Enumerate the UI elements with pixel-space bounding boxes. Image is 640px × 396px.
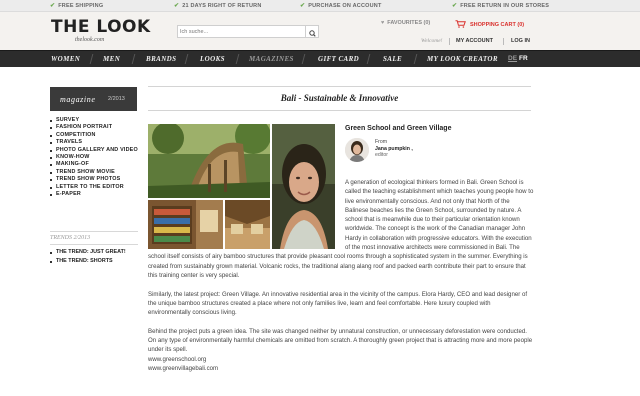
sidebar-item-competition[interactable]: COMPETITION: [50, 132, 138, 139]
sidebar-divider: [50, 244, 138, 245]
benefit-purchase-on-account: ✔ PURCHASE ON ACCOUNT: [300, 3, 382, 9]
search-input[interactable]: [178, 26, 305, 37]
title-rule-top: [148, 86, 531, 87]
title-rule-bottom: [148, 110, 531, 111]
sidebar-item-photo-gallery[interactable]: PHOTO GALLERY AND VIDEO: [50, 147, 138, 154]
check-icon: ✔: [174, 3, 180, 9]
author-role: editor: [375, 152, 388, 158]
article-paragraph: Behind the project puts a green idea. Th…: [148, 327, 533, 354]
magazine-title: magazine: [60, 95, 96, 104]
benefit-free-return-stores: ✔ FREE RETURN IN OUR STORES: [452, 3, 550, 9]
nav-divider: [413, 54, 418, 64]
welcome-text: Welcome!: [421, 38, 443, 44]
article-paragraph: Similarly, the latest project: Green Vil…: [148, 290, 528, 317]
language-fr[interactable]: FR: [519, 55, 528, 62]
cart-icon: [455, 20, 466, 28]
article-subheading: Green School and Green Village: [345, 125, 452, 132]
sidebar-item-letter-to-editor[interactable]: LETTER TO THE EDITOR: [50, 184, 138, 191]
author-avatar: [345, 138, 369, 162]
sidebar-item-travels[interactable]: TRAVELS: [50, 139, 138, 146]
header-divider: [449, 38, 450, 45]
my-account-link[interactable]: MY ACCOUNT: [456, 38, 493, 44]
nav-divider: [235, 54, 240, 64]
nav-divider: [184, 54, 189, 64]
check-icon: ✔: [50, 3, 56, 9]
search-button[interactable]: [305, 26, 318, 37]
benefit-return: ✔ 21 DAYS RIGHT OF RETURN: [174, 3, 262, 9]
nav-item-looks[interactable]: LOOKS: [200, 55, 225, 63]
sidebar-item-fashion-portrait[interactable]: FASHION PORTRAIT: [50, 124, 138, 131]
nav-divider: [366, 54, 371, 64]
sidebar-divider: [50, 231, 138, 232]
nav-item-gift-card[interactable]: GIFT CARD: [318, 55, 359, 63]
sidebar-item-trend-show-photos[interactable]: TREND SHOW PHOTOS: [50, 176, 138, 183]
sidebar-item-trend-show-movie[interactable]: TREND SHOW MOVIE: [50, 169, 138, 176]
site-header: THE LOOK thelook.com ♥FAVOURITES (0) SHO…: [0, 12, 640, 50]
photo-spacer: [148, 178, 345, 250]
main-nav: WOMEN MEN BRANDS LOOKS MAGAZINES GIFT CA…: [0, 50, 640, 67]
nav-divider: [89, 54, 94, 64]
benefit-free-shipping: ✔ FREE SHIPPING: [50, 3, 104, 9]
heart-icon: ♥: [381, 20, 385, 26]
author-byline: From Jana pumpkin , editor: [375, 139, 413, 159]
language-de[interactable]: DE: [508, 55, 517, 62]
login-link[interactable]: LOG IN: [511, 38, 530, 44]
nav-item-men[interactable]: MEN: [103, 55, 120, 63]
nav-item-brands[interactable]: BRANDS: [146, 55, 176, 63]
nav-item-my-look-creator[interactable]: MY LOOK CREATOR: [427, 55, 498, 63]
shopping-cart-link[interactable]: SHOPPING CART (0): [455, 20, 524, 28]
trends-menu: THE TREND: JUST GREAT! THE TREND: SHORTS: [50, 248, 138, 266]
trends-label: TRENDS 2/2013: [50, 235, 91, 241]
nav-divider: [131, 54, 136, 64]
sidebar-item-know-how[interactable]: KNOW-HOW: [50, 154, 138, 161]
nav-item-women[interactable]: WOMEN: [51, 55, 80, 63]
nav-divider: [301, 54, 306, 64]
article-body: A generation of ecological thinkers form…: [148, 178, 534, 373]
magazine-issue: 2/2013: [108, 96, 125, 102]
check-icon: ✔: [452, 3, 458, 9]
magazine-menu: SURVEY FASHION PORTRAIT COMPETITION TRAV…: [50, 117, 138, 198]
sidebar-item-trend-just-great[interactable]: THE TREND: JUST GREAT!: [50, 248, 138, 257]
favourites-link[interactable]: ♥ FAVOURITES (0): [381, 20, 430, 26]
benefits-bar: ✔ FREE SHIPPING ✔ 21 DAYS RIGHT OF RETURN …: [0, 0, 640, 12]
sidebar-item-trend-shorts[interactable]: THE TREND: SHORTS: [50, 257, 138, 266]
sidebar-item-making-of[interactable]: MAKING-OF: [50, 161, 138, 168]
greenschool-link[interactable]: www.greenschool.org: [148, 355, 534, 364]
nav-item-sale[interactable]: SALE: [383, 55, 402, 63]
magazine-header: magazine 2/2013: [50, 87, 137, 111]
check-icon: ✔: [300, 3, 306, 9]
search-icon: [309, 30, 316, 37]
sidebar-item-survey[interactable]: SURVEY: [50, 117, 138, 124]
sidebar-item-e-paper[interactable]: E-PAPER: [50, 191, 138, 198]
site-logo-subtitle: thelook.com: [75, 37, 105, 43]
header-divider: [503, 38, 504, 45]
search-box: [177, 25, 319, 38]
nav-item-magazines[interactable]: MAGAZINES: [249, 55, 294, 63]
greenvillage-link[interactable]: www.greenvillagebali.com: [148, 364, 534, 373]
article-title: Bali - Sustainable & Innovative: [280, 93, 399, 103]
site-logo[interactable]: THE LOOK: [51, 18, 151, 36]
